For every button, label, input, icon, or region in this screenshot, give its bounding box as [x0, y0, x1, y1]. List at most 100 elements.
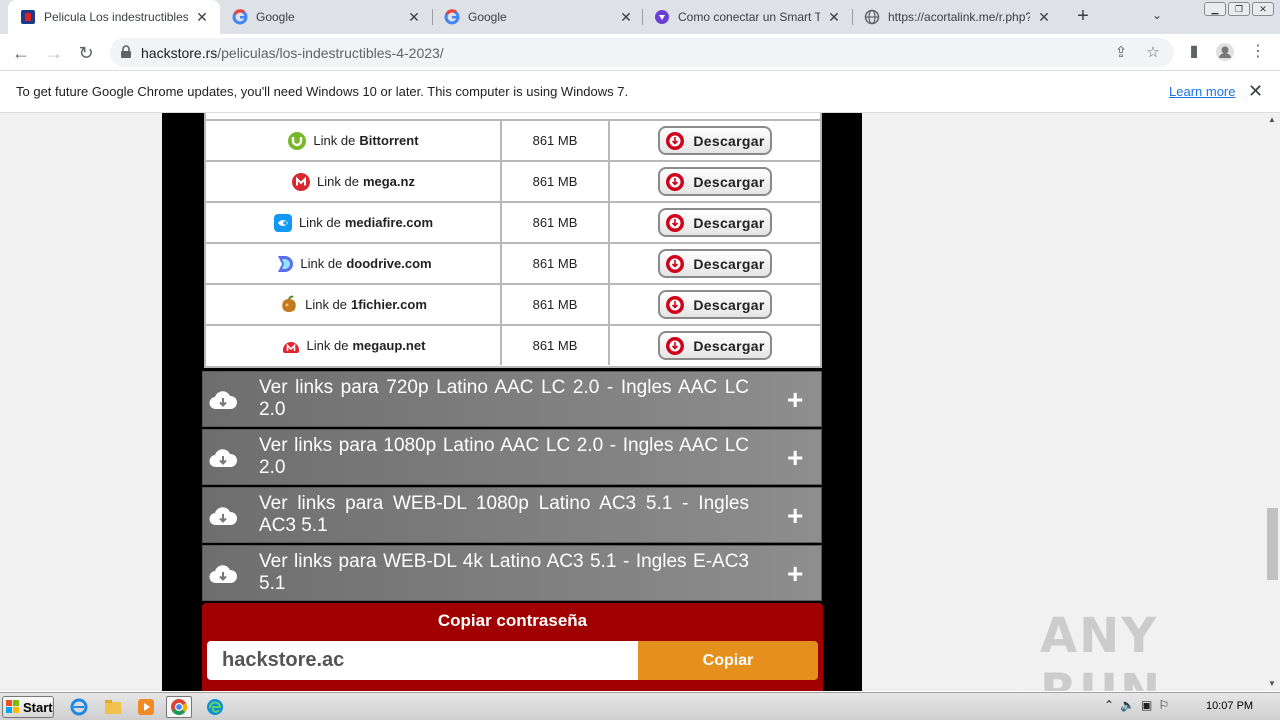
side-panel-icon[interactable]: ▮ [1184, 42, 1204, 62]
reload-icon[interactable]: ↻ [74, 41, 98, 65]
descargar-button[interactable]: Descargar [658, 167, 772, 196]
close-tab-icon[interactable]: ✕ [618, 9, 634, 26]
scroll-up-icon[interactable]: ▲ [1268, 115, 1276, 124]
tab-search-chevron-icon[interactable]: ⌄ [1152, 8, 1162, 22]
close-tab-icon[interactable]: ✕ [1036, 9, 1052, 26]
windows-flag-icon [6, 700, 19, 713]
anyrun-watermark: ANY RUN [1040, 608, 1160, 691]
size-cell: 861 MB [502, 326, 610, 365]
expand-plus-icon[interactable]: + [787, 500, 803, 532]
google-icon [444, 9, 460, 25]
forward-icon[interactable]: → [42, 41, 66, 65]
restore-icon[interactable]: ❐ [1228, 2, 1250, 16]
server-cell: Link de 1fichier.com [206, 285, 502, 324]
infobar-message: To get future Google Chrome updates, you… [16, 84, 629, 99]
tray-expand-icon[interactable]: ⌃ [1104, 698, 1114, 712]
cloud-download-icon [209, 449, 237, 468]
size-cell: 861 MB [502, 285, 610, 324]
descargar-button[interactable]: Descargar [658, 126, 772, 155]
expand-plus-icon[interactable]: + [787, 442, 803, 474]
url-text: hackstore.rs/peliculas/los-indestructibl… [141, 45, 444, 61]
lock-icon[interactable] [120, 45, 132, 59]
table-row: Link de mediafire.com 861 MB Descargar [206, 201, 820, 242]
size-cell: 861 MB [502, 244, 610, 283]
minimize-icon[interactable]: ▁ [1204, 2, 1226, 16]
password-box: Copiar contraseña hackstore.ac Copiar [202, 603, 823, 691]
close-tab-icon[interactable]: ✕ [194, 9, 210, 26]
server-cell: Link de doodrive.com [206, 244, 502, 283]
tab-4[interactable]: Como conectar un Smart TV a l ✕ [642, 0, 852, 34]
tab-title: Como conectar un Smart TV a l [678, 10, 820, 24]
close-tab-icon[interactable]: ✕ [406, 9, 422, 26]
address-bar[interactable]: hackstore.rs/peliculas/los-indestructibl… [110, 38, 1174, 67]
media-player-icon[interactable] [133, 696, 159, 718]
kebab-menu-icon[interactable]: ⋮ [1248, 42, 1268, 62]
table-row: Link de doodrive.com 861 MB Descargar [206, 242, 820, 283]
password-field[interactable]: hackstore.ac [207, 641, 639, 680]
size-cell: 861 MB [502, 121, 610, 160]
hackstore-favicon-icon [20, 9, 36, 25]
tab-title: Google [468, 10, 507, 24]
learn-more-link[interactable]: Learn more [1169, 84, 1235, 99]
edge-icon[interactable] [202, 696, 228, 718]
network-icon[interactable]: ▣ [1141, 698, 1152, 712]
table-row: Link de 1fichier.com 861 MB Descargar [206, 283, 820, 324]
descargar-button[interactable]: Descargar [658, 331, 772, 360]
descargar-button[interactable]: Descargar [658, 208, 772, 237]
accordion-webdl-1080p[interactable]: Ver links para WEB-DL 1080p Latino AC3 5… [202, 487, 822, 543]
close-infobar-icon[interactable]: ✕ [1248, 81, 1263, 102]
server-cell: Link de Bittorrent [206, 121, 502, 160]
tab-3[interactable]: Google ✕ [432, 0, 644, 34]
bookmark-star-icon[interactable]: ☆ [1144, 44, 1162, 62]
scroll-down-icon[interactable]: ▼ [1268, 679, 1276, 688]
tab-2[interactable]: Google ✕ [220, 0, 432, 34]
server-cell: Link de mediafire.com [206, 203, 502, 242]
download-icon [666, 254, 685, 273]
speaker-icon[interactable]: 🔈 [1120, 698, 1135, 712]
tab-1[interactable]: Pelicula Los indestructibles 4 (2 ✕ [8, 0, 220, 34]
close-tab-icon[interactable]: ✕ [826, 9, 842, 26]
accordion-label: Ver links para 720p Latino AAC LC 2.0 - … [259, 377, 749, 420]
browser-toolbar: ← → ↻ hackstore.rs/peliculas/los-indestr… [0, 34, 1280, 71]
chrome-icon[interactable] [166, 696, 192, 718]
download-icon [666, 336, 685, 355]
descargar-button[interactable]: Descargar [658, 249, 772, 278]
download-icon [666, 131, 685, 150]
tab-5[interactable]: https://acortalink.me/r.php?l= ✕ [852, 0, 1062, 34]
accordion-label: Ver links para 1080p Latino AAC LC 2.0 -… [259, 435, 749, 478]
system-tray: ⌃ 🔈 ▣ ⚐ [1104, 698, 1169, 712]
shield-favicon-icon [654, 9, 670, 25]
descargar-button[interactable]: Descargar [658, 290, 772, 319]
start-button[interactable]: Start [2, 696, 54, 718]
taskbar-clock[interactable]: 10:07 PM [1206, 700, 1253, 712]
mega-icon [291, 172, 311, 192]
scroll-thumb[interactable] [1267, 508, 1278, 580]
copy-password-button[interactable]: Copiar [638, 641, 818, 680]
window-controls: ▁ ❐ ✕ [1204, 2, 1274, 16]
new-tab-icon[interactable]: + [1072, 6, 1094, 28]
accordion-label: Ver links para WEB-DL 1080p Latino AC3 5… [259, 493, 749, 536]
action-center-flag-icon[interactable]: ⚐ [1158, 698, 1169, 712]
close-window-icon[interactable]: ✕ [1252, 2, 1274, 16]
download-icon [666, 213, 685, 232]
share-icon[interactable]: ⇪ [1112, 44, 1130, 62]
table-row: Link de megaup.net 861 MB Descargar [206, 324, 820, 365]
expand-plus-icon[interactable]: + [787, 384, 803, 416]
globe-icon [864, 9, 880, 25]
accordion-1080p[interactable]: Ver links para 1080p Latino AAC LC 2.0 -… [202, 429, 822, 485]
profile-avatar-icon[interactable] [1215, 42, 1235, 62]
page-scrollbar[interactable]: ▲ ▼ [1265, 113, 1280, 691]
explorer-folder-icon[interactable] [100, 696, 126, 718]
back-icon[interactable]: ← [9, 41, 33, 65]
accordion-720p[interactable]: Ver links para 720p Latino AAC LC 2.0 - … [202, 371, 822, 427]
tab-title: https://acortalink.me/r.php?l= [888, 10, 1030, 24]
accordion-webdl-4k[interactable]: Ver links para WEB-DL 4k Latino AC3 5.1 … [202, 545, 822, 601]
server-cell: Link de megaup.net [206, 326, 502, 365]
expand-plus-icon[interactable]: + [787, 558, 803, 590]
ie-icon[interactable] [66, 696, 92, 718]
1fichier-icon [279, 295, 299, 315]
doodrive-icon [274, 254, 294, 274]
update-infobar: To get future Google Chrome updates, you… [0, 72, 1280, 113]
content-column: Link de Bittorrent 861 MB Descargar Link … [162, 113, 862, 691]
megaup-icon [281, 336, 301, 356]
